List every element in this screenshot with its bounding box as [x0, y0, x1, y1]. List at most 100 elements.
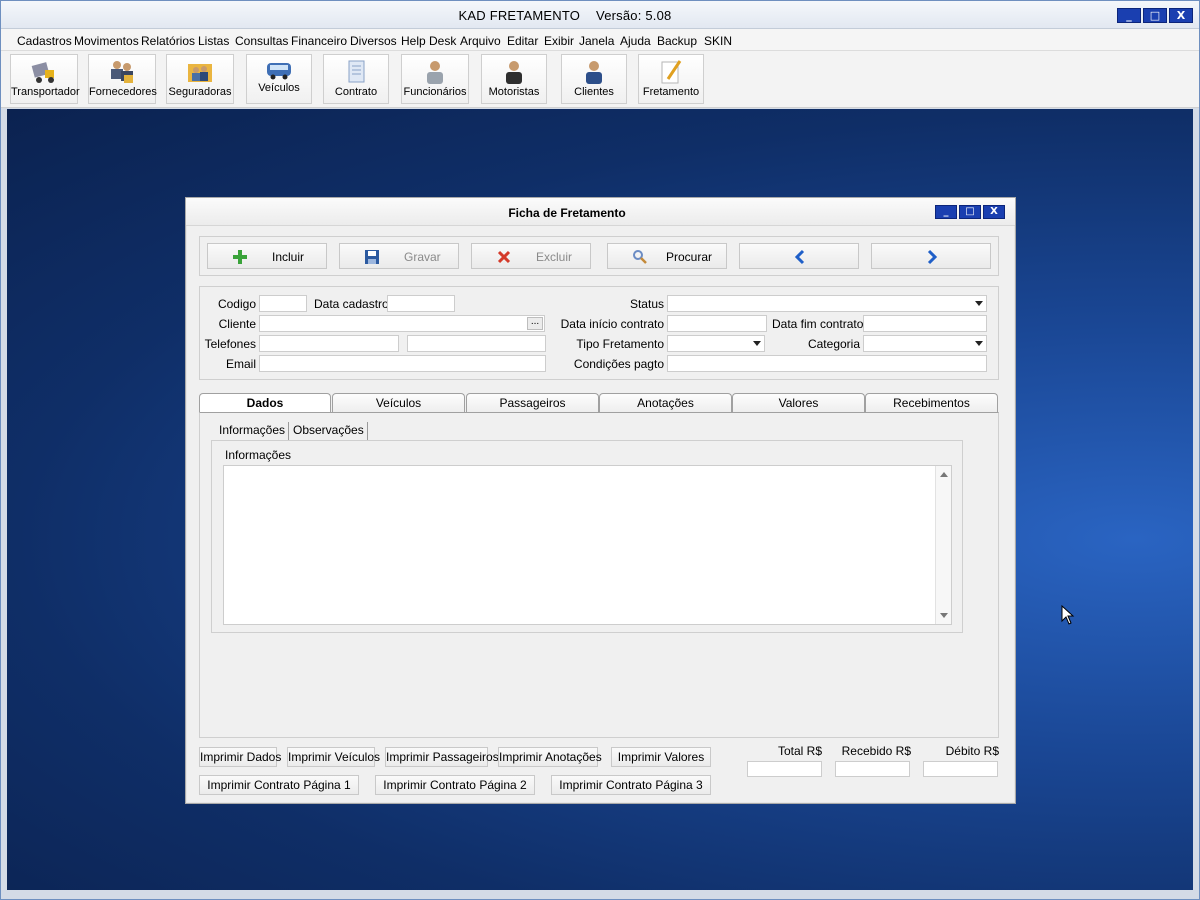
- telefone2-input[interactable]: [407, 335, 546, 352]
- chevron-right-icon: [927, 249, 938, 265]
- close-button[interactable]: X: [1169, 8, 1193, 23]
- child-titlebar: Ficha de Fretamento _ □ X: [186, 198, 1015, 226]
- menu-movimentos[interactable]: Movimentos: [74, 34, 139, 48]
- previous-record-button[interactable]: [739, 243, 859, 269]
- subtab-observacoes[interactable]: Observações: [290, 422, 368, 440]
- tab-passageiros[interactable]: Passageiros: [466, 393, 599, 413]
- minimize-button[interactable]: _: [1117, 8, 1141, 23]
- plus-icon: [233, 250, 247, 264]
- chevron-down-icon: [975, 301, 983, 306]
- cliente-lookup-button[interactable]: ...: [527, 317, 543, 330]
- imprimir-dados-button[interactable]: Imprimir Dados: [199, 747, 281, 767]
- toolbar-fretamento[interactable]: Fretamento: [638, 54, 704, 104]
- menu-help-desk[interactable]: Help Desk: [401, 34, 456, 48]
- toolbar-fornecedores[interactable]: Fornecedores: [88, 54, 157, 104]
- client-icon: [586, 61, 602, 84]
- data-inicio-input[interactable]: [667, 315, 767, 332]
- toolbar-veiculos[interactable]: Veículos: [246, 54, 312, 104]
- chevron-left-icon: [794, 249, 805, 265]
- toolbar-label: Contrato: [334, 86, 378, 98]
- data-cadastro-input[interactable]: [387, 295, 455, 312]
- excluir-label: Excluir: [536, 250, 573, 264]
- cliente-input[interactable]: ...: [259, 315, 545, 332]
- toolbar-contrato[interactable]: Contrato: [323, 54, 389, 104]
- telefones-label: Telefones: [204, 337, 256, 351]
- menu-editar[interactable]: Editar: [507, 34, 538, 48]
- toolbar-motoristas[interactable]: Motoristas: [481, 54, 547, 104]
- maximize-button[interactable]: □: [1143, 8, 1167, 23]
- incluir-button[interactable]: Incluir: [207, 243, 327, 269]
- textarea-scrollbar[interactable]: [935, 466, 951, 624]
- status-select[interactable]: [667, 295, 987, 312]
- imprimir-veiculos-button[interactable]: Imprimir Veículos: [287, 747, 380, 767]
- tab-valores[interactable]: Valores: [732, 393, 865, 413]
- main-titlebar: KAD FRETAMENTO Versão: 5.08 _ □ X: [1, 1, 1199, 29]
- tab-recebimentos[interactable]: Recebimentos: [865, 393, 998, 413]
- codigo-input[interactable]: [259, 295, 307, 312]
- close-button[interactable]: X: [983, 205, 1005, 219]
- chevron-down-icon: [753, 341, 761, 346]
- menu-ajuda[interactable]: Ajuda: [620, 34, 651, 48]
- insurers-icon: [188, 64, 212, 82]
- tab-veiculos[interactable]: Veículos: [332, 393, 465, 413]
- tipo-fretamento-select[interactable]: [667, 335, 765, 352]
- condicoes-input[interactable]: [667, 355, 987, 372]
- subtab-informacoes[interactable]: Informações: [216, 422, 290, 440]
- chevron-down-icon: [975, 341, 983, 346]
- toolbar-clientes[interactable]: Clientes: [561, 54, 627, 104]
- tipo-fretamento-label: Tipo Fretamento: [576, 337, 664, 351]
- minimize-button[interactable]: _: [935, 205, 957, 219]
- menu-janela[interactable]: Janela: [579, 34, 614, 48]
- informacoes-textarea[interactable]: [223, 465, 952, 625]
- scroll-down-icon[interactable]: [940, 613, 948, 618]
- cliente-label: Cliente: [218, 317, 256, 331]
- data-fim-input[interactable]: [863, 315, 987, 332]
- save-icon: [365, 250, 379, 264]
- next-record-button[interactable]: [871, 243, 991, 269]
- menu-consultas[interactable]: Consultas: [235, 34, 288, 48]
- gravar-label: Gravar: [404, 250, 441, 264]
- procurar-button[interactable]: Procurar: [607, 243, 727, 269]
- app-version: Versão: 5.08: [596, 8, 672, 23]
- toolbar-funcionarios[interactable]: Funcionários: [401, 54, 469, 104]
- mouse-cursor-icon: [1061, 605, 1075, 625]
- menu-financeiro[interactable]: Financeiro: [291, 34, 347, 48]
- recebido-value: [835, 761, 910, 777]
- toolbar-label: Transportador: [11, 86, 80, 98]
- total-value: [747, 761, 822, 777]
- menu-cadastros[interactable]: Cadastros: [17, 34, 72, 48]
- toolbar-transportador[interactable]: Transportador: [10, 54, 80, 104]
- menu-skin[interactable]: SKIN: [704, 34, 732, 48]
- recebido-label: Recebido R$: [841, 744, 911, 758]
- contract-icon: [348, 60, 365, 83]
- categoria-select[interactable]: [863, 335, 987, 352]
- incluir-label: Incluir: [272, 250, 305, 264]
- toolbar-seguradoras[interactable]: Seguradoras: [166, 54, 234, 104]
- email-input[interactable]: [259, 355, 546, 372]
- toolbar-label: Motoristas: [488, 86, 540, 98]
- menu-relatorios[interactable]: Relatórios: [141, 34, 195, 48]
- menu-listas[interactable]: Listas: [198, 34, 229, 48]
- imprimir-contrato-p2-button[interactable]: Imprimir Contrato Página 2: [375, 775, 535, 795]
- telefone1-input[interactable]: [259, 335, 399, 352]
- gravar-button[interactable]: Gravar: [339, 243, 459, 269]
- imprimir-anotacoes-button[interactable]: Imprimir Anotações: [498, 747, 602, 767]
- maximize-button[interactable]: □: [959, 205, 981, 219]
- app-name: KAD FRETAMENTO: [458, 8, 581, 23]
- data-fim-label: Data fim contrato: [772, 317, 864, 331]
- imprimir-valores-button[interactable]: Imprimir Valores: [611, 747, 711, 767]
- tab-dados[interactable]: Dados: [199, 393, 331, 413]
- scroll-up-icon[interactable]: [940, 472, 948, 477]
- menu-exibir[interactable]: Exibir: [544, 34, 574, 48]
- imprimir-contrato-p1-button[interactable]: Imprimir Contrato Página 1: [199, 775, 359, 795]
- debito-value: [923, 761, 998, 777]
- menu-arquivo[interactable]: Arquivo: [460, 34, 501, 48]
- tab-anotacoes[interactable]: Anotações: [599, 393, 732, 413]
- imprimir-passageiros-button[interactable]: Imprimir Passageiros: [385, 747, 499, 767]
- imprimir-contrato-p3-button[interactable]: Imprimir Contrato Página 3: [551, 775, 711, 795]
- menu-diversos[interactable]: Diversos: [350, 34, 397, 48]
- menu-backup[interactable]: Backup: [657, 34, 697, 48]
- main-toolbar: Transportador Fornecedores Seguradoras V…: [1, 51, 1199, 108]
- driver-icon: [506, 61, 522, 84]
- excluir-button[interactable]: Excluir: [471, 243, 591, 269]
